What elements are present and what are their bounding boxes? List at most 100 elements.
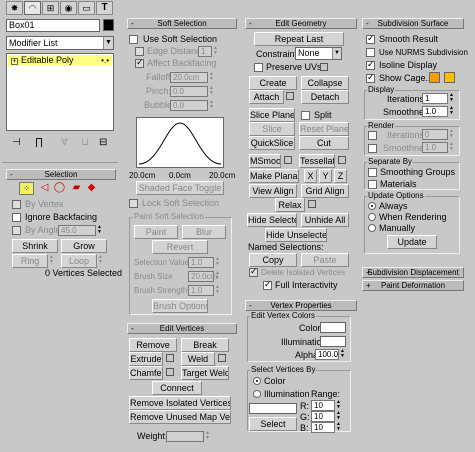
render-smoothness-spinner[interactable]: 1.0 bbox=[422, 142, 448, 153]
spinner-arrows-icon[interactable]: ▲ ▼ bbox=[335, 422, 342, 433]
shaded-face-toggle-button[interactable]: Shaded Face Toggle bbox=[136, 181, 224, 195]
subdivision-displacement-rollout-header[interactable]: + Subdivision Displacement bbox=[362, 267, 464, 278]
by-angle-checkbox[interactable] bbox=[12, 226, 21, 235]
slice-plane-button[interactable]: Slice Plane bbox=[249, 108, 295, 122]
materials-checkbox[interactable] bbox=[368, 180, 377, 189]
select-button[interactable]: Select bbox=[249, 417, 297, 431]
remove-button[interactable]: Remove bbox=[129, 338, 177, 352]
selection-value-spinner[interactable]: 1.0 bbox=[188, 257, 214, 268]
by-vertex-checkbox[interactable] bbox=[12, 200, 21, 209]
display-iterations-spinner[interactable]: 1 bbox=[422, 93, 448, 104]
attach-button[interactable]: Attach bbox=[249, 90, 284, 104]
hierarchy-tab-icon[interactable]: ⊞ bbox=[42, 1, 59, 15]
ring-button[interactable]: Ring bbox=[12, 254, 48, 268]
bubble-spinner[interactable]: 0.0 bbox=[170, 100, 208, 111]
render-iterations-spinner[interactable]: 0 bbox=[422, 129, 448, 140]
msmooth-button[interactable]: MSmooth bbox=[249, 154, 281, 168]
spinner-arrows-icon[interactable]: ▲ ▼ bbox=[208, 86, 215, 97]
spinner-arrows-icon[interactable]: ▲ ▼ bbox=[96, 225, 103, 236]
remove-modifier-icon[interactable]: ⊔ bbox=[81, 137, 89, 148]
preserve-uvs-checkbox[interactable] bbox=[254, 63, 263, 72]
alpha-spinner[interactable]: 100.0 bbox=[315, 349, 339, 360]
slice-button[interactable]: Slice bbox=[249, 122, 295, 136]
edge-distance-checkbox[interactable] bbox=[135, 47, 144, 56]
display-smoothness-spinner[interactable]: 1.0 bbox=[422, 106, 448, 117]
brush-size-spinner[interactable]: 20.0cm bbox=[188, 271, 217, 282]
range-b-spinner[interactable]: 10 bbox=[311, 422, 335, 433]
smooth-result-checkbox[interactable] bbox=[366, 33, 375, 44]
modifier-stack[interactable]: + Editable Poly •.• bbox=[6, 53, 114, 131]
lock-soft-selection-checkbox[interactable] bbox=[129, 199, 138, 208]
target-weld-button[interactable]: Target Weld bbox=[181, 366, 229, 380]
revert-button[interactable]: Revert bbox=[152, 240, 208, 254]
chamfer-button[interactable]: Chamfer bbox=[129, 366, 163, 380]
spinner-arrows-icon[interactable]: ▲ ▼ bbox=[339, 349, 346, 360]
utilities-tab-icon[interactable]: T bbox=[96, 1, 113, 15]
select-color-swatch[interactable] bbox=[249, 403, 297, 414]
weight-spinner[interactable] bbox=[166, 431, 204, 442]
create-button[interactable]: Create bbox=[249, 76, 297, 90]
attach-list-icon[interactable] bbox=[286, 92, 294, 100]
expand-icon[interactable]: + bbox=[11, 58, 18, 65]
element-mode-icon[interactable]: ◆ bbox=[84, 182, 99, 195]
blur-button[interactable]: Blur bbox=[182, 225, 226, 239]
paint-deformation-rollout-header[interactable]: + Paint Deformation bbox=[362, 280, 464, 291]
border-mode-icon[interactable]: ◯ bbox=[52, 182, 67, 195]
soft-selection-rollout-header[interactable]: - Soft Selection bbox=[127, 18, 237, 29]
update-when-rendering-radio[interactable] bbox=[368, 213, 376, 221]
connect-button[interactable]: Connect bbox=[152, 381, 202, 395]
stack-item-editable-poly[interactable]: + Editable Poly •.• bbox=[8, 55, 112, 66]
vertex-mode-button[interactable]: ⁘ bbox=[19, 182, 34, 195]
modify-tab-icon[interactable]: ◠ bbox=[24, 1, 41, 15]
relax-button[interactable]: Relax bbox=[275, 198, 305, 212]
edit-geometry-rollout-header[interactable]: - Edit Geometry bbox=[245, 18, 357, 29]
motion-tab-icon[interactable]: ◉ bbox=[60, 1, 77, 15]
edge-distance-spinner[interactable]: 1 bbox=[198, 46, 212, 57]
ignore-backfacing-checkbox[interactable] bbox=[12, 213, 21, 222]
split-checkbox[interactable] bbox=[301, 111, 310, 120]
shrink-button[interactable]: Shrink bbox=[12, 239, 58, 253]
remove-unused-map-verts-button[interactable]: Remove Unused Map Verts bbox=[129, 410, 231, 424]
use-soft-selection-checkbox[interactable] bbox=[129, 35, 138, 44]
ring-spinner-icon[interactable]: ▲ ▼ bbox=[48, 255, 55, 266]
vertex-properties-rollout-header[interactable]: - Vertex Properties bbox=[245, 300, 357, 311]
reset-plane-button[interactable]: Reset Plane bbox=[299, 122, 349, 136]
update-manually-radio[interactable] bbox=[368, 224, 376, 232]
copy-button[interactable]: Copy bbox=[249, 253, 297, 267]
render-smoothness-checkbox[interactable] bbox=[368, 144, 377, 153]
break-button[interactable]: Break bbox=[181, 338, 229, 352]
angle-spinner[interactable]: 45.0 bbox=[58, 225, 96, 236]
spinner-arrows-icon[interactable]: ▲ ▼ bbox=[208, 100, 215, 111]
range-r-spinner[interactable]: 10 bbox=[311, 400, 335, 411]
chamfer-settings-icon[interactable] bbox=[166, 368, 174, 376]
show-end-result-icon[interactable]: ∏ bbox=[35, 137, 43, 148]
spinner-arrows-icon[interactable]: ▲ ▼ bbox=[448, 129, 455, 140]
make-unique-icon[interactable]: ∀ bbox=[61, 137, 68, 148]
spinner-arrows-icon[interactable]: ▲ ▼ bbox=[208, 72, 215, 83]
collapse-button[interactable]: Collapse bbox=[301, 76, 349, 90]
spinner-arrows-icon[interactable]: ▲ ▼ bbox=[214, 257, 221, 268]
quickslice-button[interactable]: QuickSlice bbox=[249, 136, 295, 150]
make-planar-button[interactable]: Make Planar bbox=[249, 169, 299, 183]
select-by-illumination-radio[interactable] bbox=[253, 390, 261, 398]
brush-strength-spinner[interactable]: 1.0 bbox=[188, 285, 214, 296]
polygon-mode-icon[interactable]: ▰ bbox=[69, 182, 84, 195]
spinner-arrows-icon[interactable]: ▲ ▼ bbox=[448, 93, 455, 104]
tessellate-settings-icon[interactable] bbox=[338, 156, 346, 164]
spinner-arrows-icon[interactable]: ▲ ▼ bbox=[212, 46, 219, 57]
update-button[interactable]: Update bbox=[387, 235, 437, 249]
modifier-list-dropdown[interactable]: Modifier List ▼ bbox=[6, 36, 114, 50]
cut-button[interactable]: Cut bbox=[299, 136, 349, 150]
loop-button[interactable]: Loop bbox=[61, 254, 97, 268]
paste-button[interactable]: Paste bbox=[301, 253, 349, 267]
msmooth-settings-icon[interactable] bbox=[284, 156, 292, 164]
spinner-arrows-icon[interactable]: ▲ ▼ bbox=[204, 431, 211, 442]
affect-backfacing-checkbox[interactable] bbox=[135, 57, 144, 68]
brush-options-button[interactable]: Brush Options bbox=[152, 299, 208, 313]
planarize-x-button[interactable]: X bbox=[304, 169, 317, 183]
illumination-color-swatch[interactable] bbox=[320, 336, 346, 347]
spinner-arrows-icon[interactable]: ▲ ▼ bbox=[214, 271, 221, 282]
full-interactivity-checkbox[interactable] bbox=[263, 279, 272, 290]
pin-stack-icon[interactable]: ⊣ bbox=[12, 137, 21, 148]
update-always-radio[interactable] bbox=[368, 202, 376, 210]
